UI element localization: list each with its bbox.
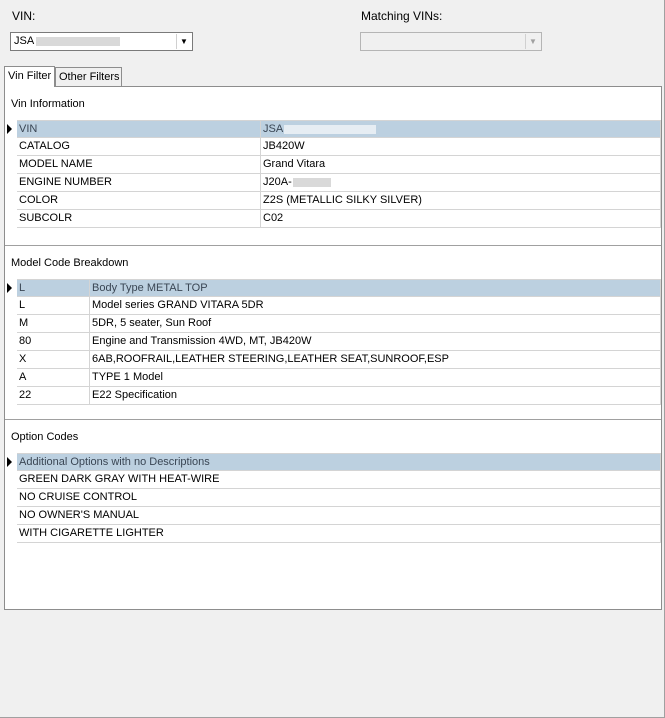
vin-info-key: CATALOG [17, 138, 261, 156]
table-row[interactable]: CATALOG JB420W [5, 138, 661, 156]
vin-info-value: J20A- [261, 174, 661, 192]
vin-info-value: JSA [261, 120, 661, 138]
model-code-description: 6AB,ROOFRAIL,LEATHER STEERING,LEATHER SE… [90, 351, 661, 369]
option-codes-grid: Additional Options with no Descriptions … [5, 453, 661, 543]
current-row-arrow-icon [7, 283, 12, 293]
vin-label: VIN: [12, 9, 36, 23]
row-header[interactable] [5, 279, 17, 297]
table-row[interactable]: X 6AB,ROOFRAIL,LEATHER STEERING,LEATHER … [5, 351, 661, 369]
model-code-breakdown-title: Model Code Breakdown [11, 257, 129, 269]
row-header[interactable] [5, 333, 17, 351]
section-divider [5, 419, 661, 421]
vin-info-value: Z2S (METALLIC SILKY SILVER) [261, 192, 661, 210]
tab-vin-filter[interactable]: Vin Filter [4, 66, 55, 87]
vin-info-value: JB420W [261, 138, 661, 156]
option-code: WITH CIGARETTE LIGHTER [17, 525, 661, 543]
row-header[interactable] [5, 351, 17, 369]
redacted-mask [284, 124, 377, 134]
row-header[interactable] [5, 387, 17, 405]
vin-info-key: ENGINE NUMBER [17, 174, 261, 192]
table-row[interactable]: L Body Type METAL TOP [5, 279, 661, 297]
row-header[interactable] [5, 507, 17, 525]
redacted-mask [292, 177, 331, 187]
matching-vins-combobox[interactable]: ▼ [360, 32, 542, 51]
row-header[interactable] [5, 489, 17, 507]
current-row-arrow-icon [7, 457, 12, 467]
vin-value: JSA [14, 35, 121, 47]
model-code-description: E22 Specification [90, 387, 661, 405]
vin-info-value: C02 [261, 210, 661, 228]
vin-info-key: VIN [17, 120, 261, 138]
table-row[interactable]: COLOR Z2S (METALLIC SILKY SILVER) [5, 192, 661, 210]
table-row[interactable]: ENGINE NUMBER J20A- [5, 174, 661, 192]
table-row[interactable]: 80 Engine and Transmission 4WD, MT, JB42… [5, 333, 661, 351]
row-header[interactable] [5, 453, 17, 471]
model-code: 80 [17, 333, 90, 351]
vin-information-grid: VIN JSA CATALOG JB420W MODEL NAME Grand … [5, 120, 661, 228]
row-header[interactable] [5, 210, 17, 228]
row-header[interactable] [5, 156, 17, 174]
table-row[interactable]: SUBCOLR C02 [5, 210, 661, 228]
table-row[interactable]: GREEN DARK GRAY WITH HEAT-WIRE [5, 471, 661, 489]
current-row-arrow-icon [7, 124, 12, 134]
option-code: Additional Options with no Descriptions [17, 453, 661, 471]
model-code: L [17, 279, 90, 297]
model-code-description: Model series GRAND VITARA 5DR [90, 297, 661, 315]
option-code: NO CRUISE CONTROL [17, 489, 661, 507]
table-row[interactable]: M 5DR, 5 seater, Sun Roof [5, 315, 661, 333]
model-code: X [17, 351, 90, 369]
model-code-description: 5DR, 5 seater, Sun Roof [90, 315, 661, 333]
model-code-description: Engine and Transmission 4WD, MT, JB420W [90, 333, 661, 351]
row-header[interactable] [5, 315, 17, 333]
row-header[interactable] [5, 369, 17, 387]
model-code: A [17, 369, 90, 387]
row-header[interactable] [5, 174, 17, 192]
chevron-down-icon[interactable]: ▼ [176, 34, 191, 49]
redacted-mask [36, 36, 121, 46]
row-header[interactable] [5, 192, 17, 210]
table-row[interactable]: Additional Options with no Descriptions [5, 453, 661, 471]
chevron-down-icon[interactable]: ▼ [525, 34, 540, 49]
matching-vins-label: Matching VINs: [361, 9, 443, 23]
table-row[interactable]: VIN JSA [5, 120, 661, 138]
option-code: NO OWNER'S MANUAL [17, 507, 661, 525]
vin-info-key: SUBCOLR [17, 210, 261, 228]
row-header[interactable] [5, 471, 17, 489]
vin-info-key: MODEL NAME [17, 156, 261, 174]
model-code: 22 [17, 387, 90, 405]
vin-info-value: Grand Vitara [261, 156, 661, 174]
vin-info-key: COLOR [17, 192, 261, 210]
row-header[interactable] [5, 297, 17, 315]
model-code: L [17, 297, 90, 315]
vin-information-title: Vin Information [11, 98, 85, 110]
table-row[interactable]: WITH CIGARETTE LIGHTER [5, 525, 661, 543]
row-header[interactable] [5, 138, 17, 156]
vin-combobox[interactable]: JSA ▼ [10, 32, 193, 51]
model-code-description: TYPE 1 Model [90, 369, 661, 387]
tab-other-filters[interactable]: Other Filters [55, 67, 122, 86]
table-row[interactable]: L Model series GRAND VITARA 5DR [5, 297, 661, 315]
table-row[interactable]: A TYPE 1 Model [5, 369, 661, 387]
row-header[interactable] [5, 525, 17, 543]
model-code-description: Body Type METAL TOP [90, 279, 661, 297]
vin-filter-panel: Vin Information VIN JSA CATALOG JB420W M… [4, 86, 662, 610]
table-row[interactable]: MODEL NAME Grand Vitara [5, 156, 661, 174]
model-code: M [17, 315, 90, 333]
option-code: GREEN DARK GRAY WITH HEAT-WIRE [17, 471, 661, 489]
option-codes-title: Option Codes [11, 431, 79, 443]
row-header[interactable] [5, 120, 17, 138]
table-row[interactable]: 22 E22 Specification [5, 387, 661, 405]
section-divider [5, 245, 661, 247]
model-code-grid: L Body Type METAL TOP L Model series GRA… [5, 279, 661, 405]
table-row[interactable]: NO CRUISE CONTROL [5, 489, 661, 507]
table-row[interactable]: NO OWNER'S MANUAL [5, 507, 661, 525]
